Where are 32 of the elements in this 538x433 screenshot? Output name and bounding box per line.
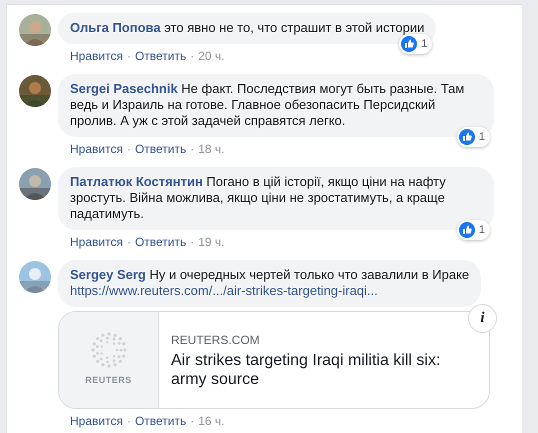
like-icon [401, 36, 418, 52]
preview-domain: REUTERS.COM [171, 332, 261, 348]
like-icon [458, 222, 475, 238]
like-icon [458, 129, 475, 145]
info-button[interactable]: i [468, 304, 497, 333]
separator: · [190, 235, 194, 249]
action-link[interactable]: Ответить [134, 49, 186, 63]
logo-icon [90, 332, 126, 368]
separator: · [190, 414, 194, 428]
action-link[interactable]: Ответить [134, 235, 186, 249]
separator: · [126, 235, 131, 249]
comment-text: Ольга Попова это явно не то, что страшит в этой истории [70, 20, 424, 36]
separator: · [126, 414, 131, 428]
preview-title: Air strikes targeting Iraqi militia kill six: army source [171, 351, 442, 389]
separator: · [190, 142, 194, 156]
action-link[interactable]: Нравится [70, 235, 123, 249]
reaction-count[interactable]: 1 [399, 34, 432, 54]
comment-text: Sergei Pasechnik Не факт. Последствия могут быть разные. Там ведь и Израиль на готове. Главное обезопасить Персидский пролив. А уж с этой задачей справятся легко. [70, 81, 466, 129]
action-link[interactable]: Нравится [70, 414, 123, 428]
action-link[interactable]: Нравится [70, 49, 123, 63]
reaction-count[interactable]: 1 [456, 127, 490, 147]
separator: · [126, 49, 131, 63]
comment-text: Патлатюк Костянтин Погано в цій історії, якщо ціни на нафту зростуть. Війна можлива, якщо ціни не зростатимуть, а краще падатимуть. [70, 174, 447, 222]
link[interactable]: https://www.reuters.com/.../air-strikes-targeting-iraqi... [70, 283, 470, 299]
separator: · [126, 142, 131, 156]
reaction-count[interactable]: 1 [456, 220, 490, 240]
action-link[interactable]: Ответить [134, 142, 186, 156]
separator: · [190, 49, 194, 63]
action-link[interactable]: Ответить [134, 414, 186, 428]
logo-text: REUTERS [85, 374, 132, 388]
comment-text: Sergey Serg Ну и очередных чертей только что завалили в Ираке [70, 267, 470, 283]
action-link[interactable]: Нравится [70, 142, 123, 156]
